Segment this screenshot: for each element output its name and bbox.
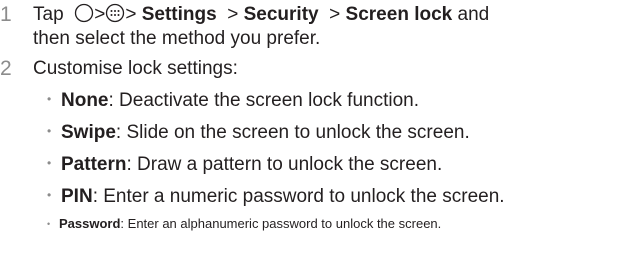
list-item-password: • Password: Enter an alphanumeric passwor… (47, 216, 441, 232)
screen-lock-label: Screen lock (345, 4, 453, 25)
option-term: Password (59, 216, 121, 231)
option-desc: : Draw a pattern to unlock the screen. (126, 154, 443, 175)
step-2: 2 Customise lock settings: (0, 57, 643, 81)
apps-drawer-icon (105, 3, 125, 23)
list-item-pattern: • Pattern: Draw a pattern to unlock the s… (47, 151, 442, 177)
bullet-icon: • (47, 156, 52, 170)
step-number: 2 (0, 57, 12, 80)
step-1-line-2: then select the method you prefer. (33, 28, 321, 49)
option-term: PIN (61, 186, 93, 207)
step-1-line-1: Tap > > Settings > Security > Screen lock… (33, 3, 490, 25)
step-1-text: Tap > > Settings > Security > Screen lock… (33, 3, 489, 51)
list-item-swipe: • Swipe: Slide on the screen to unlock th… (47, 119, 470, 145)
option-desc: : Deactivate the screen lock function. (108, 90, 420, 111)
home-circle-icon (74, 3, 94, 23)
step-2-text: Customise lock settings: (33, 58, 238, 79)
list-item-none: • None: Deactivate the screen lock functi… (47, 87, 419, 113)
option-term: None (61, 90, 109, 111)
security-label: Security (243, 4, 319, 25)
bullet-icon: • (47, 188, 52, 202)
option-desc: : Slide on the screen to unlock the scre… (115, 122, 470, 143)
bullet-icon: • (47, 92, 52, 106)
option-term: Pattern (61, 154, 127, 175)
option-desc: : Enter an alphanumeric password to unlo… (120, 216, 442, 231)
bullet-icon: • (47, 124, 52, 138)
step-1: 1 Tap > > Settings > Security > Screen lo… (0, 3, 643, 53)
option-desc: : Enter a numeric password to unlock the… (92, 186, 505, 207)
option-term: Swipe (61, 122, 116, 143)
bullet-icon: • (47, 219, 51, 229)
list-item-pin: • PIN: Enter a numeric password to unlock… (47, 183, 505, 209)
step-number: 1 (0, 3, 12, 26)
settings-label: Settings (141, 4, 217, 25)
